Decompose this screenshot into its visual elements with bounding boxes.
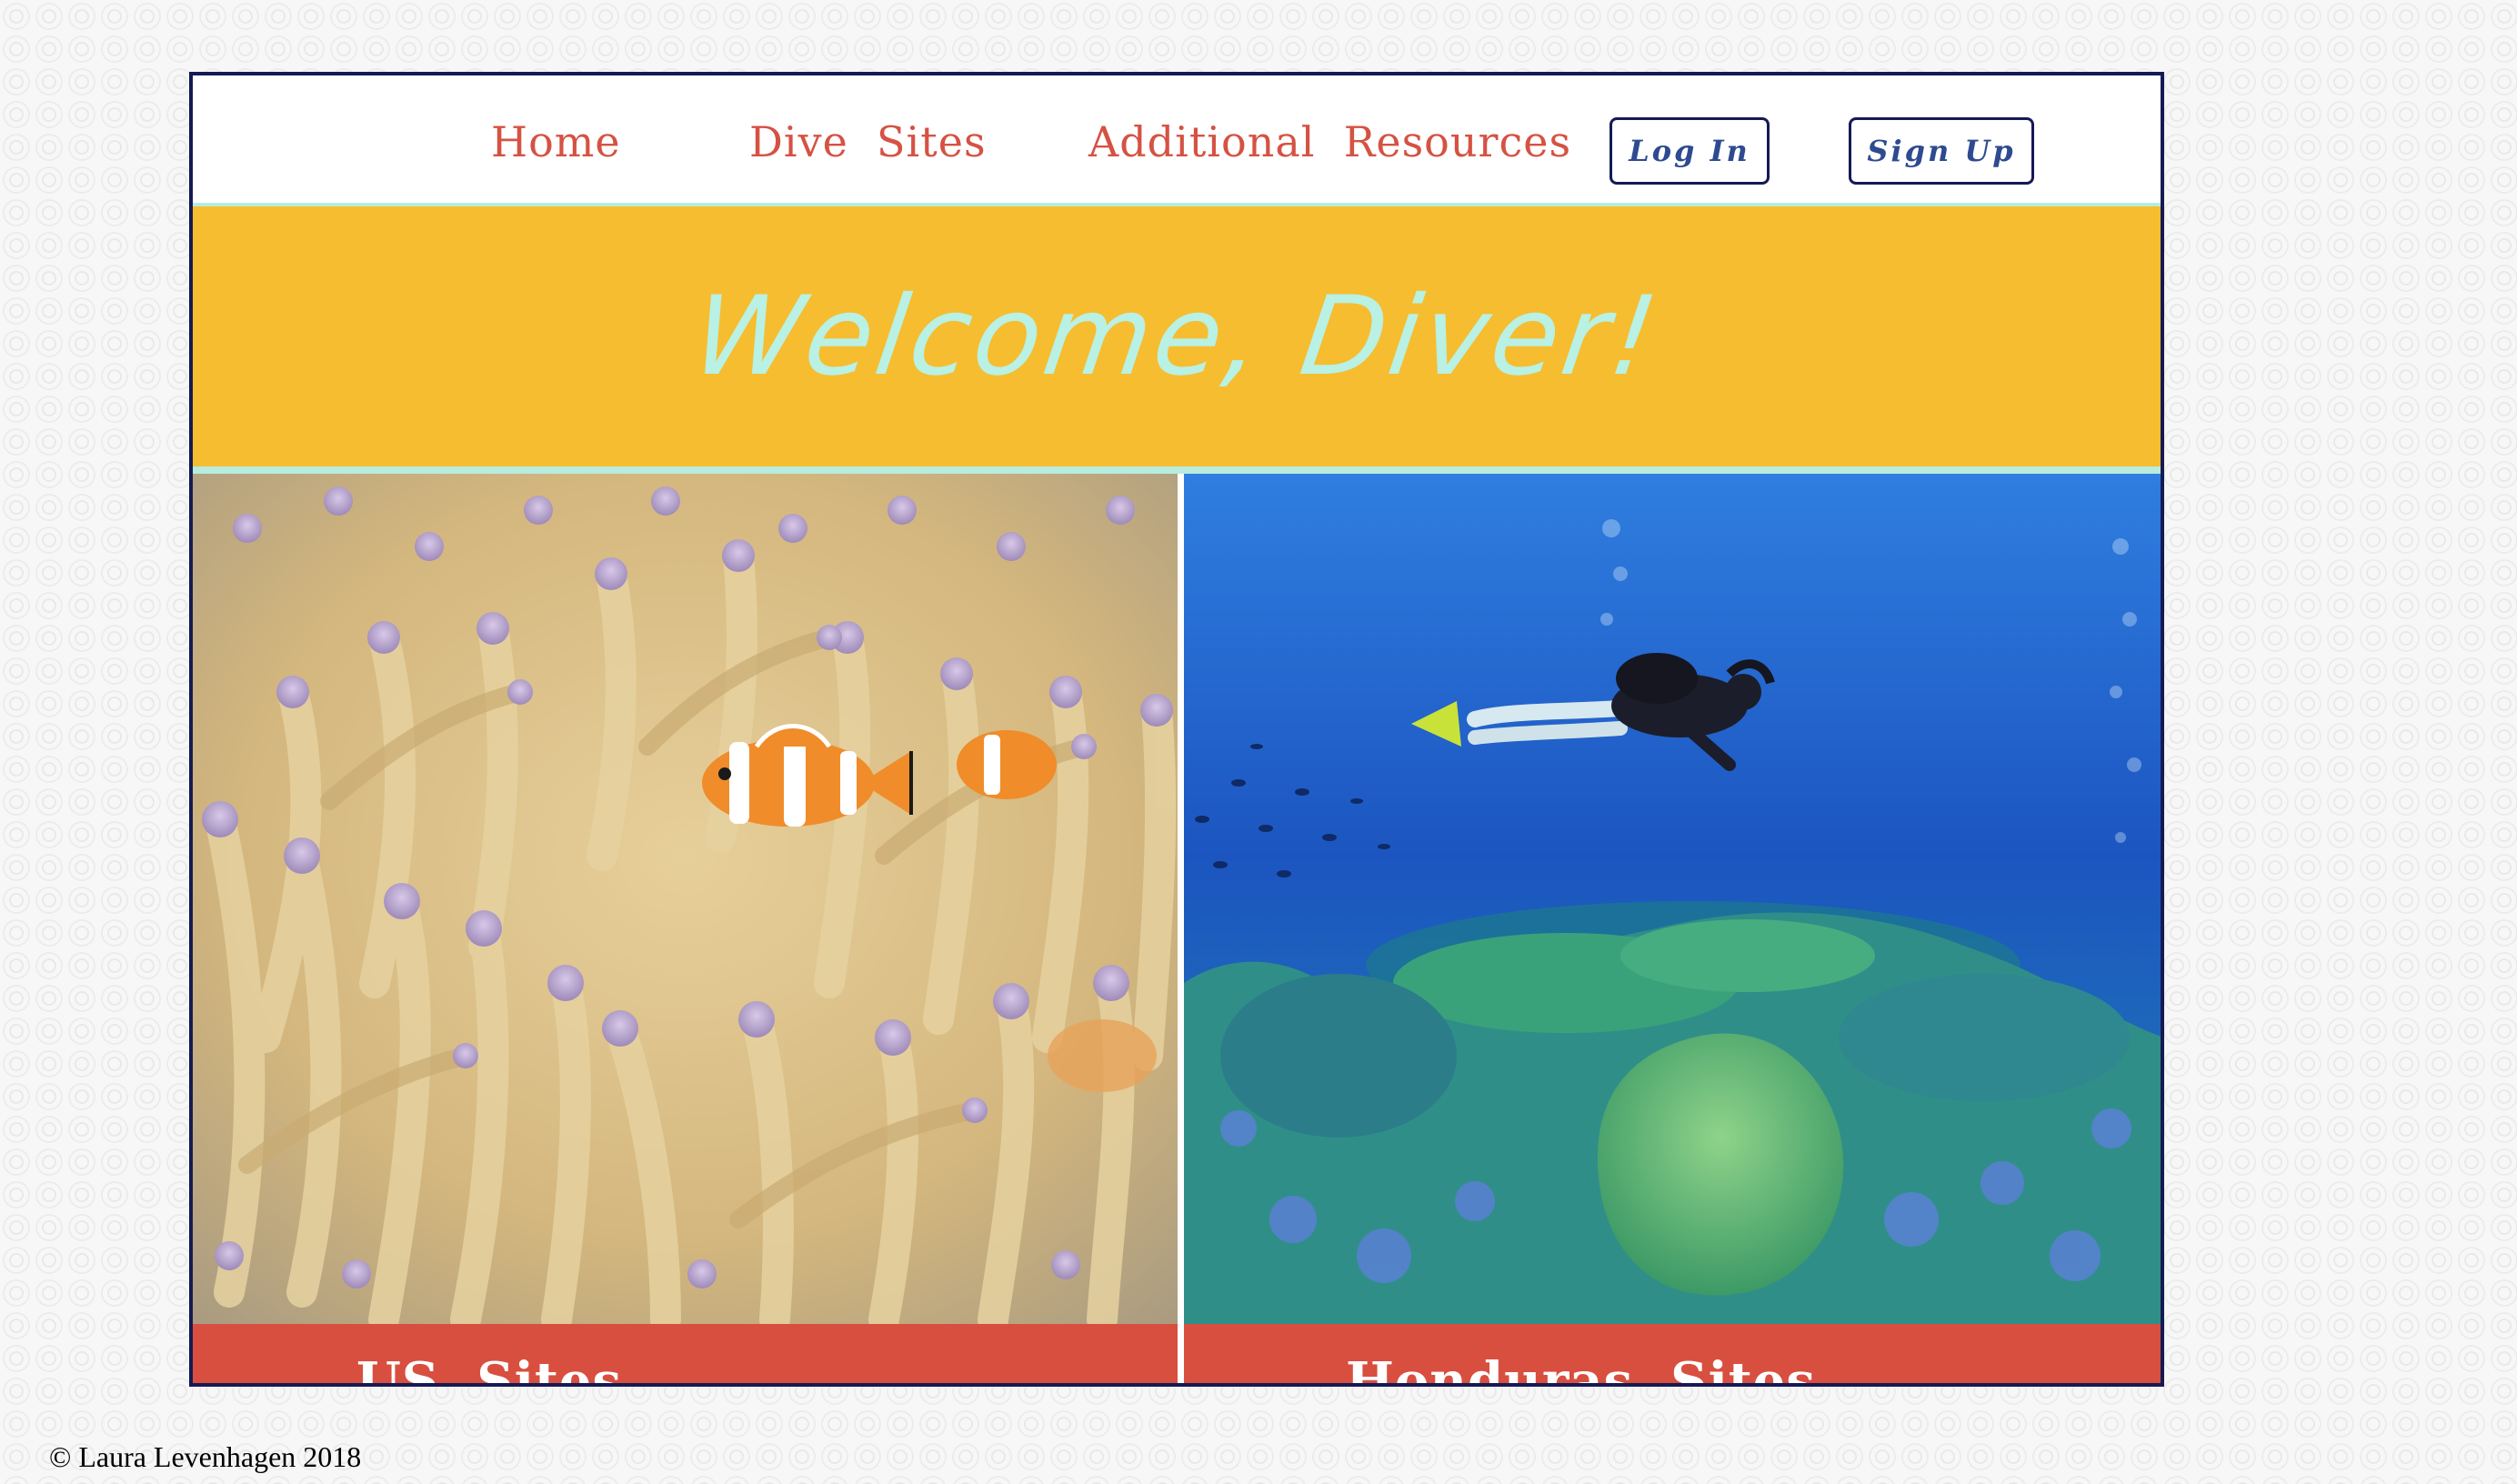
nav-link-additional-resources[interactable]: Additional Resources	[1088, 117, 1571, 166]
clownfish-anemone-photo	[193, 474, 1178, 1324]
nav-link-home[interactable]: Home	[491, 117, 621, 166]
honduras-sites-caption-bar: Honduras Sites	[1184, 1324, 2161, 1383]
page-frame: Home Dive Sites Additional Resources Log…	[189, 72, 2164, 1387]
login-button[interactable]: Log In	[1609, 117, 1770, 185]
us-sites-card[interactable]: US Sites	[193, 474, 1178, 1383]
top-navigation: Home Dive Sites Additional Resources Log…	[193, 75, 2161, 203]
honduras-sites-card[interactable]: Honduras Sites	[1184, 474, 2161, 1383]
signup-button[interactable]: Sign Up	[1849, 117, 2034, 185]
panel-divider	[1178, 474, 1184, 1383]
nav-link-dive-sites[interactable]: Dive Sites	[749, 117, 987, 166]
honduras-sites-label[interactable]: Honduras Sites	[1346, 1351, 1816, 1383]
us-sites-label[interactable]: US Sites	[356, 1351, 622, 1383]
us-sites-caption-bar: US Sites	[193, 1324, 1178, 1383]
welcome-title: Welcome, Diver!	[686, 273, 1668, 400]
copyright-footer: © Laura Levenhagen 2018	[49, 1440, 362, 1473]
welcome-banner: Welcome, Diver!	[193, 203, 2161, 474]
scuba-diver-reef-photo	[1184, 474, 2161, 1324]
